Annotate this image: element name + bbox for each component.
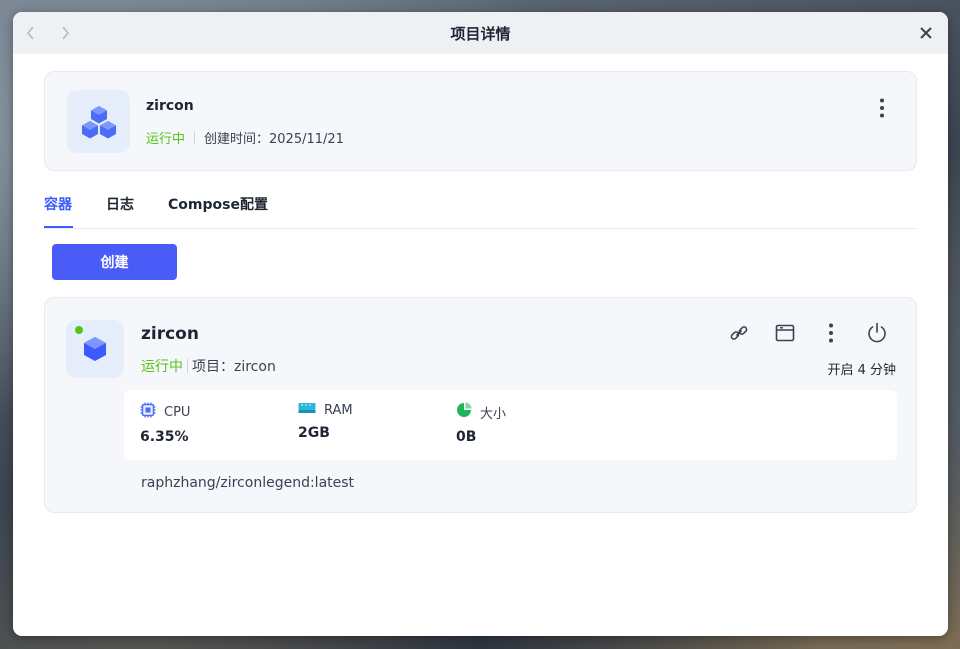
container-uptime: 开启 4 分钟 <box>827 363 896 378</box>
nav-buttons <box>23 12 73 54</box>
window-title: 项目详情 <box>450 24 511 43</box>
close-icon[interactable] <box>916 23 936 43</box>
tab-compose-config[interactable]: Compose配置 <box>168 194 268 214</box>
more-vertical-icon[interactable] <box>808 320 854 346</box>
create-button[interactable]: 创建 <box>52 244 177 280</box>
tab-bar: 容器 日志 Compose配置 <box>44 190 917 229</box>
title-bar: 项目详情 <box>13 12 948 54</box>
container-meta: 运行中 项目：zircon <box>141 356 276 376</box>
divider <box>194 131 196 144</box>
container-image: raphzhang/zirconlegend:latest <box>141 475 355 491</box>
power-icon[interactable] <box>854 320 900 346</box>
container-actions <box>716 320 900 346</box>
stat-size-label: 大小 <box>480 406 507 422</box>
pie-chart-icon <box>456 402 472 422</box>
project-created: 创建时间：2025/11/21 <box>204 132 344 147</box>
stat-size: 大小 0B <box>456 402 506 445</box>
active-tab-indicator <box>44 226 73 228</box>
chevron-right-icon[interactable] <box>57 25 73 41</box>
project-status: 运行中 <box>146 132 186 147</box>
stat-ram-value: 2GB <box>298 425 330 441</box>
container-name: zircon <box>141 324 199 344</box>
stat-cpu-value: 6.35% <box>140 429 189 445</box>
container-card[interactable]: zircon 运行中 项目：zircon 开启 4 分钟 CPU 6.35% R… <box>44 297 917 513</box>
more-vertical-icon[interactable] <box>874 96 890 120</box>
divider <box>187 359 188 373</box>
tab-containers[interactable]: 容器 <box>44 194 72 214</box>
stat-cpu-label: CPU <box>164 404 191 420</box>
link-icon[interactable] <box>716 320 762 346</box>
stat-cpu: CPU 6.35% <box>140 402 190 445</box>
stat-ram-label: RAM <box>324 402 353 418</box>
ram-icon <box>298 402 316 418</box>
cpu-icon <box>140 402 156 422</box>
cubes-icon <box>67 90 130 153</box>
project-name: zircon <box>146 98 194 114</box>
container-status: 运行中 <box>141 359 183 375</box>
terminal-window-icon[interactable] <box>762 320 808 346</box>
project-summary-card: zircon 运行中 创建时间：2025/11/21 <box>44 71 917 171</box>
project-meta: 运行中 创建时间：2025/11/21 <box>146 128 344 147</box>
project-detail-window: 项目详情 zircon 运行中 创建时间：2025/11/21 容器 日志 Co… <box>13 12 948 636</box>
container-project: 项目：zircon <box>192 359 276 375</box>
tab-logs[interactable]: 日志 <box>106 194 134 214</box>
stat-ram: RAM 2GB <box>298 402 353 442</box>
stat-size-value: 0B <box>456 429 477 445</box>
chevron-left-icon[interactable] <box>23 25 39 41</box>
container-stats: CPU 6.35% RAM 2GB 大小 0B <box>124 390 897 460</box>
running-status-dot <box>75 326 83 334</box>
